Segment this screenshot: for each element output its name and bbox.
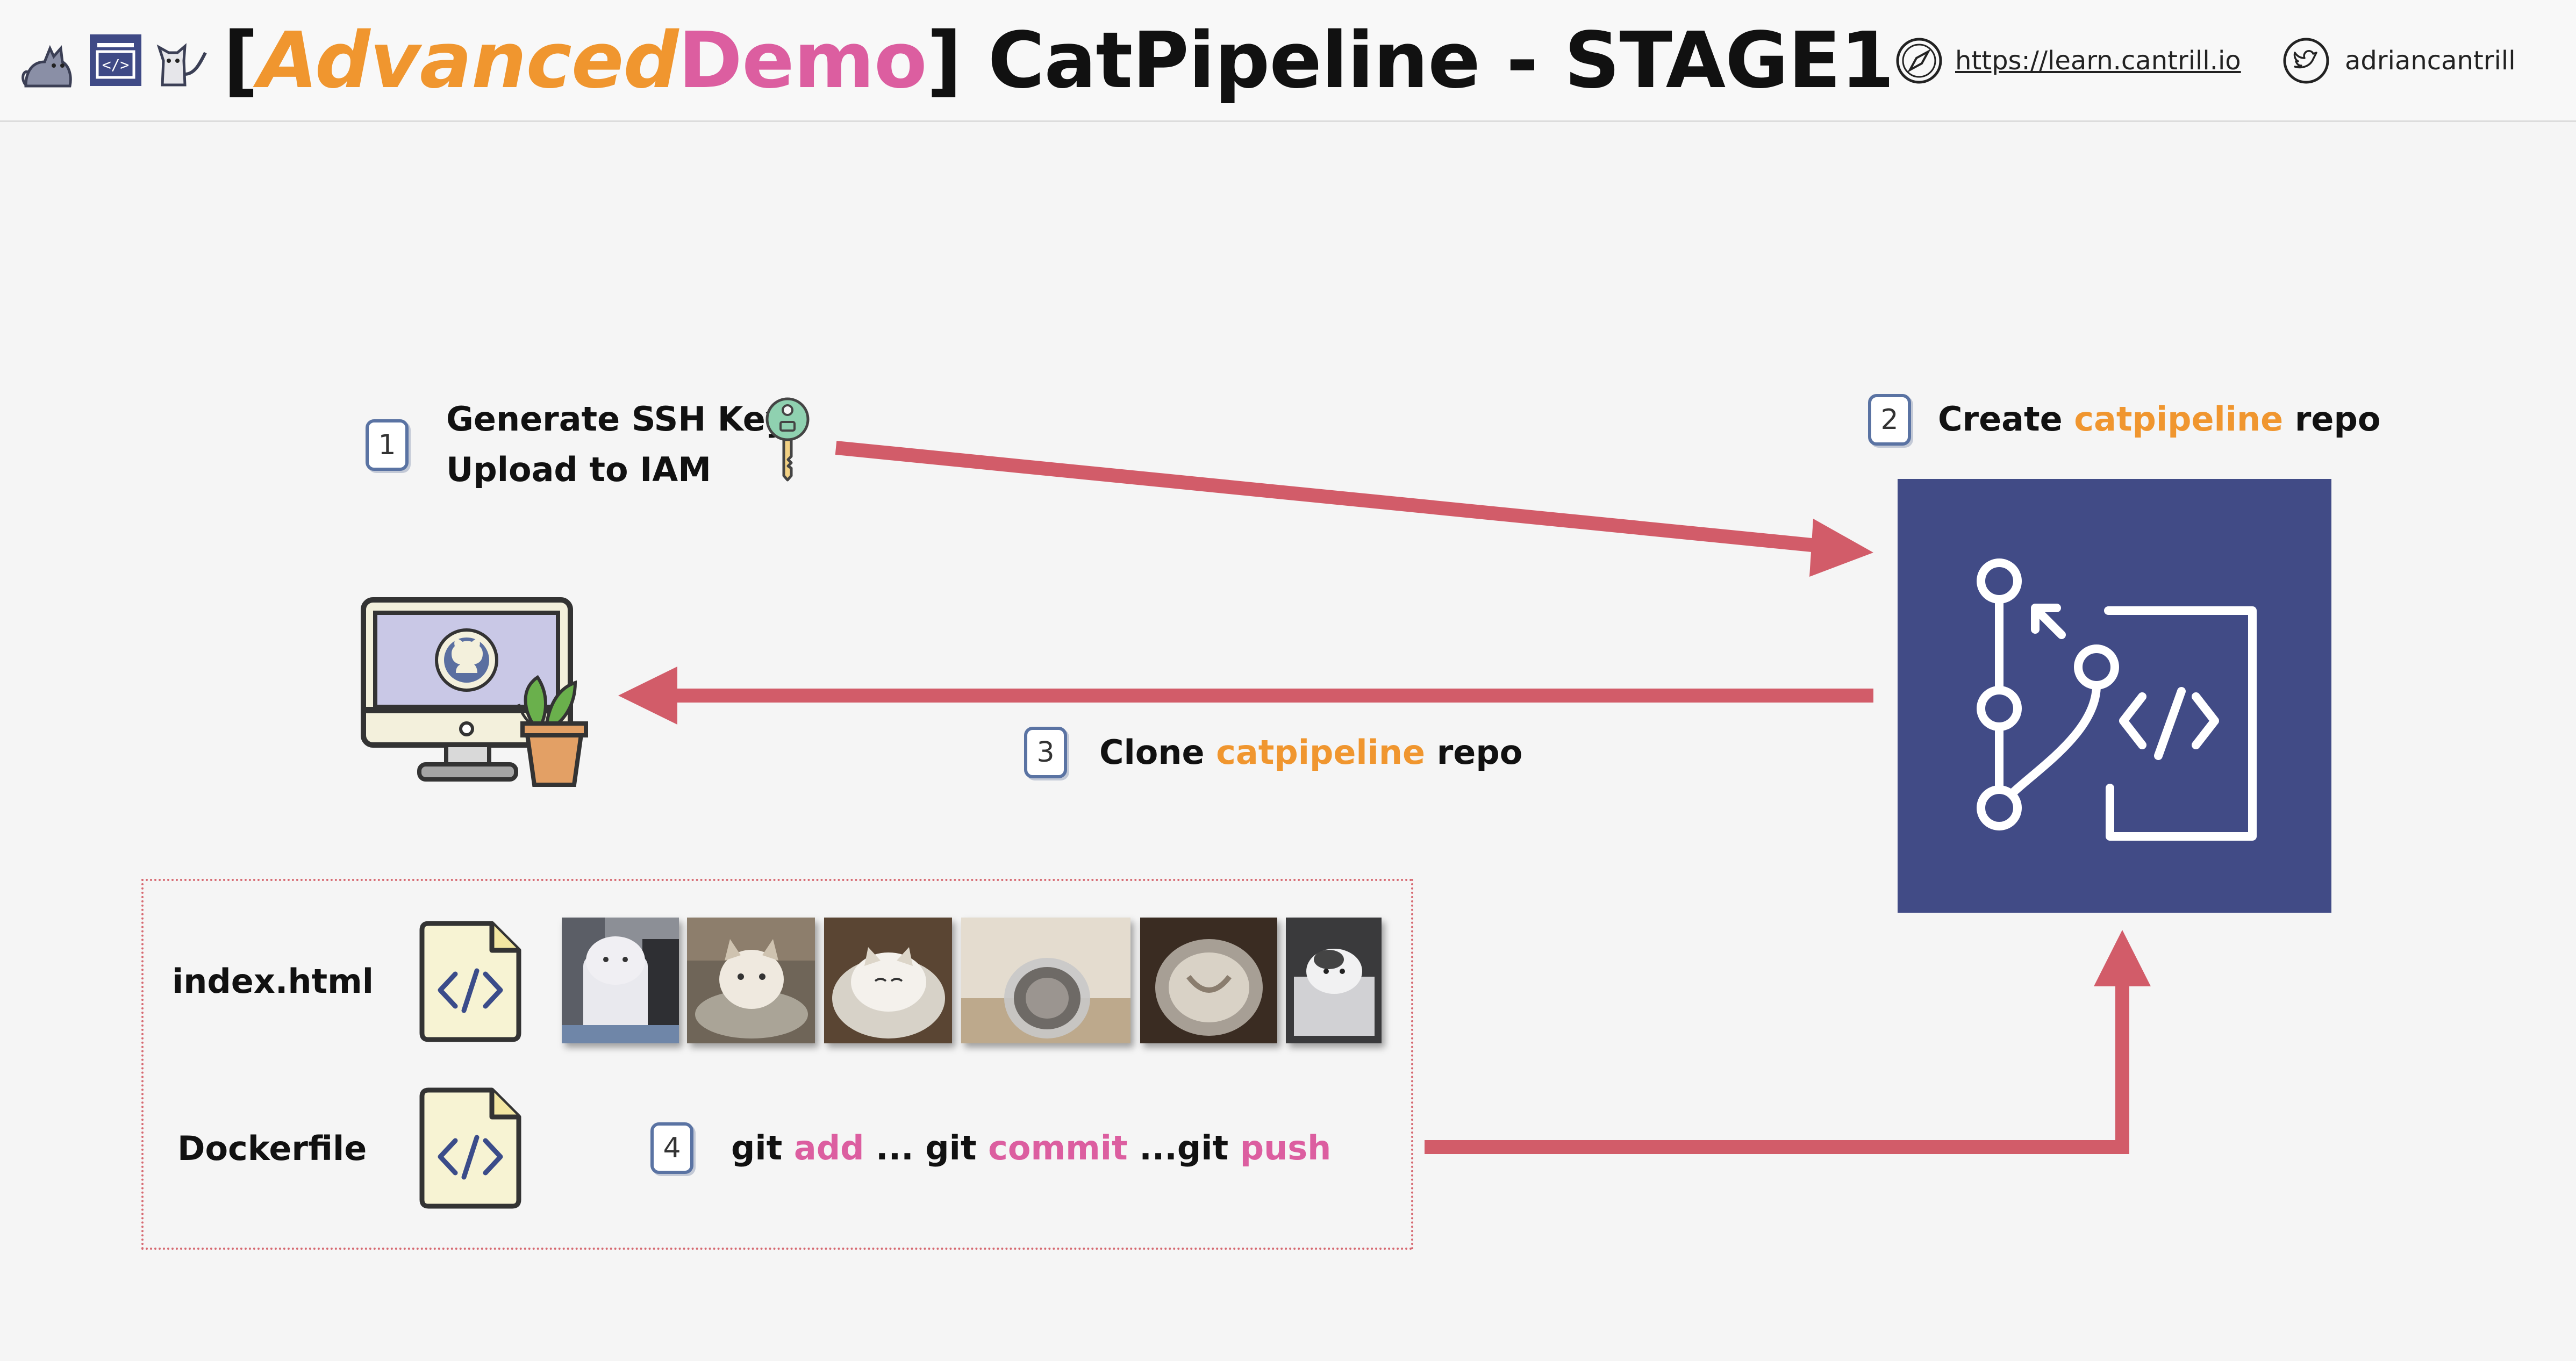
workstation-icon — [361, 597, 588, 787]
step-2-badge: 2 — [1868, 394, 1911, 446]
git-push-keyword: push — [1240, 1128, 1332, 1167]
step-1-line2: Upload to IAM — [446, 450, 711, 489]
step-4-part2: ... git — [864, 1128, 989, 1167]
cat-photo-5 — [1140, 918, 1277, 1043]
arrow-clone-head — [618, 667, 677, 725]
step-3-prefix: Clone — [1099, 733, 1217, 772]
step-2-prefix: Create — [1938, 399, 2074, 439]
git-add-keyword: add — [793, 1128, 864, 1167]
arrow-push-head — [2094, 930, 2151, 986]
cat-photo-2 — [687, 918, 815, 1043]
file-index-label: index.html — [172, 962, 374, 1001]
step-4-badge: 4 — [650, 1122, 693, 1174]
step-2-suffix: repo — [2283, 399, 2381, 439]
step-4-part3: ...git — [1127, 1128, 1240, 1167]
file-docker-label: Dockerfile — [177, 1129, 367, 1168]
step-3-label: Clone catpipeline repo — [1099, 729, 1522, 776]
step-2-label: Create catpipeline repo — [1938, 396, 2380, 443]
step-3-badge: 3 — [1024, 727, 1067, 778]
step-4-part1: git — [731, 1128, 794, 1167]
dockerfile-icon — [419, 1087, 521, 1209]
key-icon — [765, 397, 810, 482]
arrow-ssh-to-repo-head — [1809, 519, 1873, 577]
cat-photo-4 — [961, 918, 1130, 1043]
git-commit-keyword: commit — [988, 1128, 1128, 1167]
arrow-push — [1425, 978, 2129, 1154]
arrow-ssh-to-repo — [835, 441, 1823, 553]
html-file-icon — [419, 921, 521, 1042]
cat-photo-3 — [824, 918, 952, 1043]
step-1-badge: 1 — [366, 419, 409, 471]
cat-photo-1 — [562, 918, 679, 1043]
cat-photo-6 — [1286, 918, 1382, 1043]
step-4-label: git add ... git commit ...git push — [731, 1124, 1331, 1172]
codecommit-repo-box — [1898, 479, 2331, 913]
step-1-line1: Generate SSH Key — [446, 399, 788, 439]
codecommit-icon — [1977, 558, 2257, 841]
step-3-repo-name: catpipeline — [1216, 733, 1426, 772]
step-3-suffix: repo — [1425, 733, 1523, 772]
step-2-repo-name: catpipeline — [2074, 399, 2284, 439]
